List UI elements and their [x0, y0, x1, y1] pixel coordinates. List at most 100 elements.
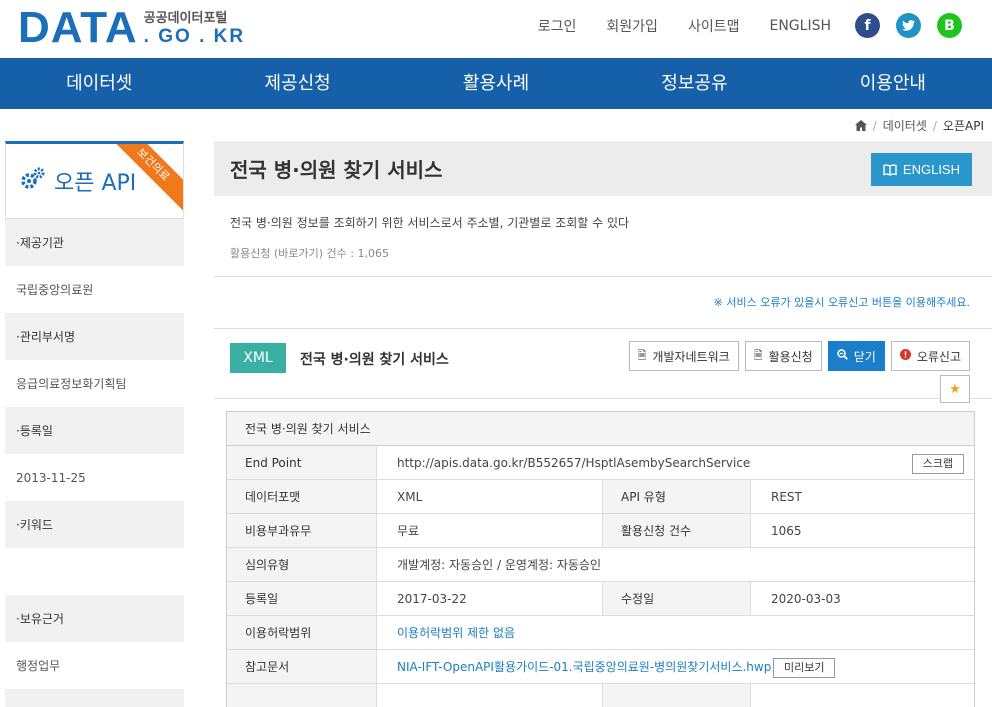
breadcrumb-dataset[interactable]: 데이터셋 [883, 117, 927, 134]
license-label: 이용허락범위 [227, 616, 377, 649]
ref-doc-label: 참고문서 [227, 650, 377, 683]
alert-icon [899, 349, 911, 363]
breadcrumb-separator: / [872, 118, 877, 133]
twitter-icon[interactable] [896, 13, 921, 38]
table-row: 참고문서 NIA-IFT-OpenAPI활용가이드-01.국립중앙의료원-병의원… [227, 650, 974, 684]
close-label: 닫기 [853, 349, 876, 364]
api-detail-table: 전국 병·의원 찾기 서비스 End Point http://apis.dat… [226, 411, 975, 707]
sidebar-header: 오픈 API 보건의료 [5, 141, 184, 219]
table-header: 전국 병·의원 찾기 서비스 [227, 412, 974, 446]
error-notice: ※ 서비스 오류가 있을시 오류신고 버튼을 이용해주세요. [214, 277, 992, 329]
close-button[interactable]: 닫기 [827, 341, 885, 371]
review-value: 개발계정: 자동승인 / 운영계정: 자동승인 [397, 558, 602, 572]
sidebar-label-more [5, 689, 184, 707]
table-row: 비용부과유무 무료 활용신청 건수 1065 [227, 514, 974, 548]
nav-dataset[interactable]: 데이터셋 [0, 58, 198, 109]
format-badge: XML [230, 343, 286, 373]
utility-nav: 로그인 회원가입 사이트맵 ENGLISH f B [508, 13, 962, 38]
sidebar-value-provider: 국립중앙의료원 [5, 266, 184, 313]
api-name: 전국 병·의원 찾기 서비스 [300, 352, 449, 368]
data-format-value: XML [377, 480, 603, 513]
logo-korean-text: 공공데이터포털 [143, 11, 228, 26]
table-label-empty [227, 684, 377, 707]
apply-count-label: 활용신청 건수 [603, 514, 751, 547]
english-link[interactable]: ENGLISH [769, 18, 831, 34]
fee-label: 비용부과유무 [227, 514, 377, 547]
login-link[interactable]: 로그인 [538, 16, 577, 36]
ref-doc-link[interactable]: NIA-IFT-OpenAPI활용가이드-01.국립중앙의료원-병의원찾기서비스… [397, 660, 771, 674]
data-format-label: 데이터포맷 [227, 480, 377, 513]
table-value-empty [377, 684, 603, 707]
sidebar-label-keyword: ·키워드 [5, 501, 184, 548]
home-icon[interactable] [854, 120, 867, 131]
table-row: 이용허락범위 이용허락범위 제한 없음 [227, 616, 974, 650]
main-nav: 데이터셋 제공신청 활용사례 정보공유 이용안내 [0, 58, 992, 109]
sidebar-title: 오픈 API [54, 171, 137, 196]
sidebar-value-department: 응급의료정보화기획팀 [5, 360, 184, 407]
api-type-value: REST [771, 490, 802, 504]
scrap-button[interactable]: 스크랩 [911, 454, 964, 474]
apply-count-text: 활용신청 (바로가기) 건수 : 1,065 [214, 241, 992, 277]
book-icon [883, 163, 897, 176]
main-content: 전국 병·의원 찾기 서비스 ENGLISH 전국 병·의원 정보를 조회하기 … [214, 141, 992, 707]
sidebar-value-reg-date: 2013-11-25 [5, 454, 184, 501]
zoom-out-icon [836, 349, 848, 363]
logo-main-text: DATA [18, 3, 138, 52]
preview-button[interactable]: 미리보기 [773, 658, 836, 678]
breadcrumb-separator: / [932, 118, 937, 133]
dev-network-label: 개발자네트워크 [652, 349, 730, 364]
review-label: 심의유형 [227, 548, 377, 581]
table-row: 데이터포맷 XML API 유형 REST [227, 480, 974, 514]
sitemap-link[interactable]: 사이트맵 [688, 16, 740, 36]
star-icon[interactable]: ★ [940, 375, 970, 403]
end-point-label: End Point [227, 446, 377, 479]
document-icon: 🗎 [637, 349, 647, 362]
end-point-value: http://apis.data.go.kr/B552657/HsptlAsem… [377, 446, 974, 479]
end-point-url: http://apis.data.go.kr/B552657/HsptlAsem… [397, 456, 751, 470]
apply-count-value: 1065 [771, 524, 802, 538]
sidebar-value-keyword [5, 548, 184, 595]
reg-date-value: 2017-03-22 [377, 582, 603, 615]
nav-use-cases[interactable]: 활용사례 [397, 58, 595, 109]
logo-sub: 공공데이터포털 . GO . KR [144, 11, 245, 47]
logo-domain-text: . GO . KR [143, 26, 246, 47]
table-row: End Point http://apis.data.go.kr/B552657… [227, 446, 974, 480]
ref-doc-value: NIA-IFT-OpenAPI활용가이드-01.국립중앙의료원-병의원찾기서비스… [377, 650, 974, 683]
table-row: 심의유형 개발계정: 자동승인 / 운영계정: 자동승인 [227, 548, 974, 582]
site-logo[interactable]: DATA 공공데이터포털 . GO . KR [18, 3, 245, 52]
mod-date-value: 2020-03-03 [771, 592, 841, 606]
api-row: XML 전국 병·의원 찾기 서비스 🗎 개발자네트워크 🗎 활용신청 닫기 오… [214, 329, 992, 403]
service-description: 전국 병·의원 정보를 조회하기 위한 서비스로서 주소별, 기관별로 조회할 … [230, 216, 630, 230]
facebook-icon[interactable]: f [855, 13, 880, 38]
breadcrumb-current: 오픈API [942, 119, 984, 133]
breadcrumb: / 데이터셋 / 오픈API [854, 117, 984, 134]
table-row: 등록일 2017-03-22 수정일 2020-03-03 [227, 582, 974, 616]
apply-button[interactable]: 🗎 활용신청 [744, 341, 822, 371]
report-error-label: 오류신고 [916, 349, 961, 364]
sidebar: 오픈 API 보건의료 ·제공기관 국립중앙의료원 ·관리부서명 응급의료정보화… [5, 141, 184, 707]
signup-link[interactable]: 회원가입 [606, 16, 658, 36]
gears-icon [20, 167, 46, 195]
title-bar: 전국 병·의원 찾기 서비스 ENGLISH [214, 141, 992, 196]
blog-icon[interactable]: B [937, 13, 962, 38]
table-value-empty [751, 684, 974, 707]
reg-date-label: 등록일 [227, 582, 377, 615]
sidebar-label-provider: ·제공기관 [5, 219, 184, 266]
english-button[interactable]: ENGLISH [870, 153, 972, 186]
nav-guide[interactable]: 이용안내 [794, 58, 992, 109]
nav-info-share[interactable]: 정보공유 [595, 58, 793, 109]
table-label-empty [603, 684, 751, 707]
api-buttons: 🗎 개발자네트워크 🗎 활용신청 닫기 오류신고 [623, 341, 970, 371]
dev-network-button[interactable]: 🗎 개발자네트워크 [628, 341, 739, 371]
sidebar-label-basis: ·보유근거 [5, 595, 184, 642]
fee-value: 무료 [377, 514, 603, 547]
mod-date-label: 수정일 [603, 582, 751, 615]
table-row [227, 684, 974, 707]
page-title: 전국 병·의원 찾기 서비스 [230, 158, 443, 182]
sidebar-label-department: ·관리부서명 [5, 313, 184, 360]
report-error-button[interactable]: 오류신고 [890, 341, 970, 371]
nav-request[interactable]: 제공신청 [198, 58, 396, 109]
license-value[interactable]: 이용허락범위 제한 없음 [377, 616, 974, 649]
english-button-label: ENGLISH [902, 162, 960, 177]
apply-label: 활용신청 [768, 349, 813, 364]
